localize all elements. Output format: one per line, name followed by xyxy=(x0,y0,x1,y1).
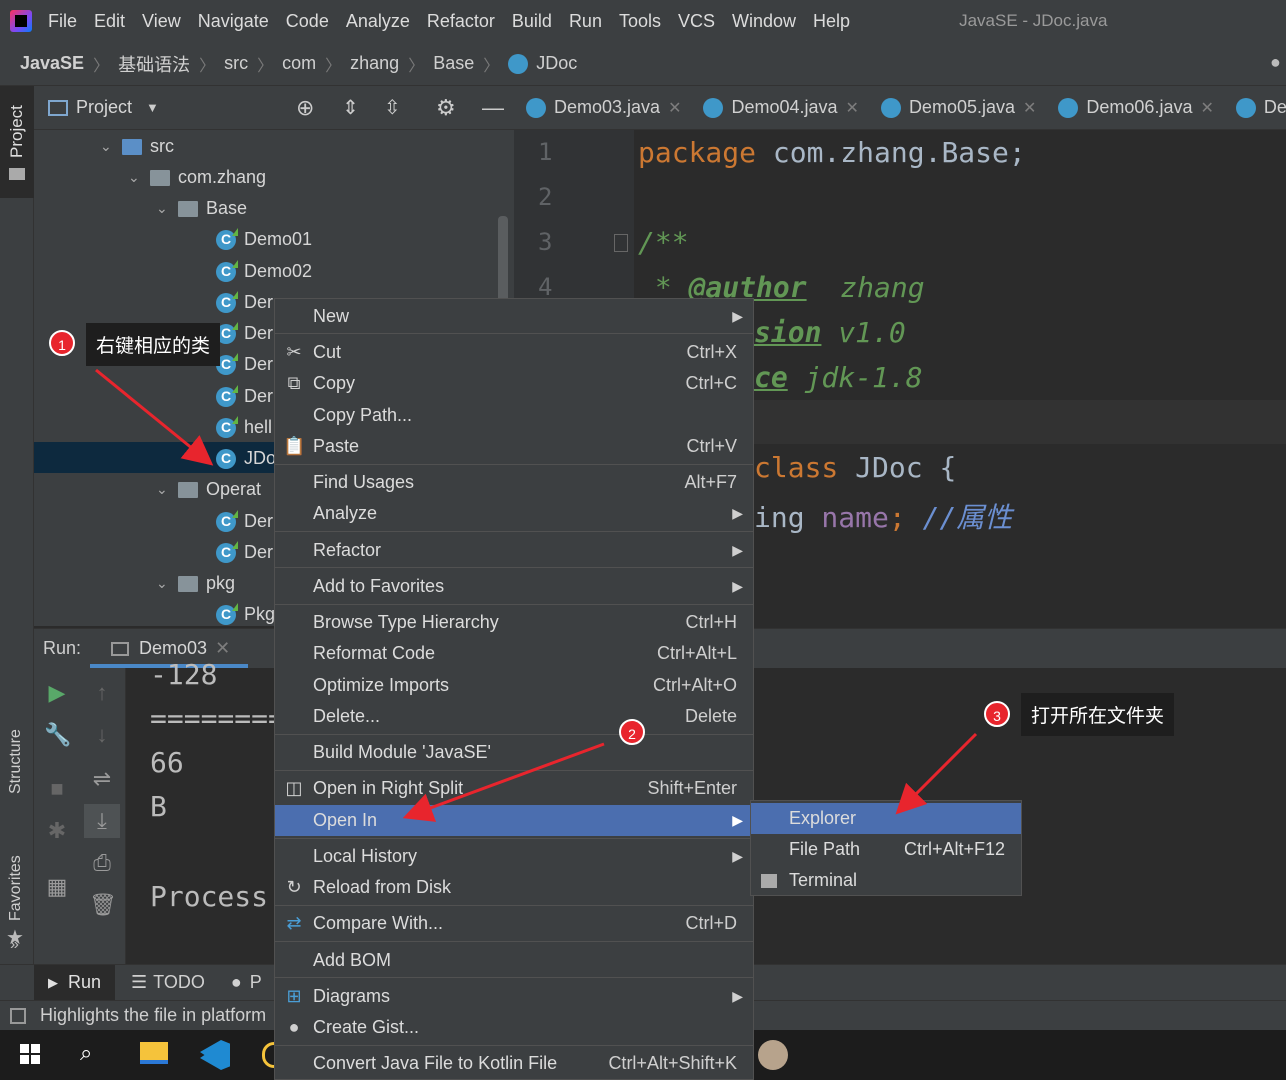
annotation-arrow-3 xyxy=(895,732,978,815)
annotation-arrow-2 xyxy=(402,742,605,822)
annotation-arrows xyxy=(95,368,978,822)
annotation-arrow-1 xyxy=(95,368,214,466)
